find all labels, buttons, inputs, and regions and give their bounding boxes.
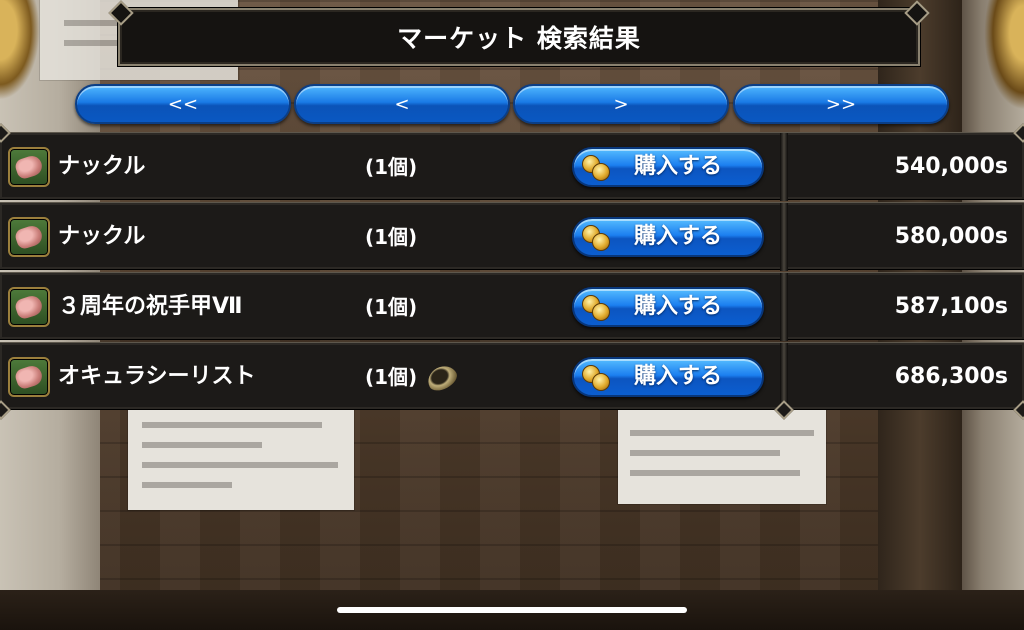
gold-ornament-left	[0, 0, 40, 100]
page-title: マーケット 検索結果	[397, 24, 641, 53]
buy-button-label: 購入する	[634, 154, 723, 179]
item-name: ナックル	[58, 224, 146, 249]
column-divider	[780, 133, 788, 201]
previous-page-button[interactable]: <	[294, 84, 510, 124]
item-name: オキュラシーリスト	[58, 364, 256, 389]
knuckle-icon	[8, 147, 50, 187]
title-bar: マーケット 検索結果	[118, 8, 920, 66]
item-name: ３周年の祝手甲Ⅶ	[58, 294, 243, 319]
buy-button[interactable]: 購入する	[572, 287, 764, 327]
notice-paper	[618, 410, 826, 504]
coins-icon	[582, 363, 612, 393]
coins-icon	[582, 223, 612, 253]
buy-button-label: 購入する	[634, 224, 723, 249]
buy-button-label: 購入する	[634, 364, 723, 389]
listing-row: オキュラシーリスト (1個) 購入する 686,300s	[0, 342, 1024, 411]
buy-button[interactable]: 購入する	[572, 217, 764, 257]
item-quantity: (1個)	[365, 155, 418, 179]
coins-icon	[582, 293, 612, 323]
coins-icon	[582, 153, 612, 183]
item-quantity: (1個)	[365, 225, 418, 249]
listing-row: ３周年の祝手甲Ⅶ (1個) 購入する 587,100s	[0, 272, 1024, 341]
column-divider	[780, 273, 788, 341]
knuckle-icon	[8, 217, 50, 257]
item-price: 686,300s	[894, 364, 1008, 389]
item-name: ナックル	[58, 154, 146, 179]
last-page-button[interactable]: >>	[733, 84, 949, 124]
listing-row: ナックル (1個) 購入する 580,000s	[0, 202, 1024, 271]
first-page-button[interactable]: <<	[75, 84, 291, 124]
knuckle-icon	[8, 287, 50, 327]
gold-ornament-right	[984, 0, 1024, 110]
listing-row: ナックル (1個) 購入する 540,000s	[0, 132, 1024, 201]
item-price: 587,100s	[894, 294, 1008, 319]
notice-paper	[128, 400, 354, 510]
column-divider	[780, 203, 788, 271]
next-page-button[interactable]: >	[513, 84, 729, 124]
buy-button[interactable]: 購入する	[572, 357, 764, 397]
home-indicator[interactable]	[337, 607, 687, 613]
item-quantity: (1個)	[365, 365, 418, 389]
item-price: 580,000s	[894, 224, 1008, 249]
buy-button[interactable]: 購入する	[572, 147, 764, 187]
item-price: 540,000s	[894, 154, 1008, 179]
pagination-bar: << < > >>	[75, 84, 949, 124]
buy-button-label: 購入する	[634, 294, 723, 319]
knuckle-icon	[8, 357, 50, 397]
seed-icon	[423, 361, 461, 395]
item-quantity: (1個)	[365, 295, 418, 319]
